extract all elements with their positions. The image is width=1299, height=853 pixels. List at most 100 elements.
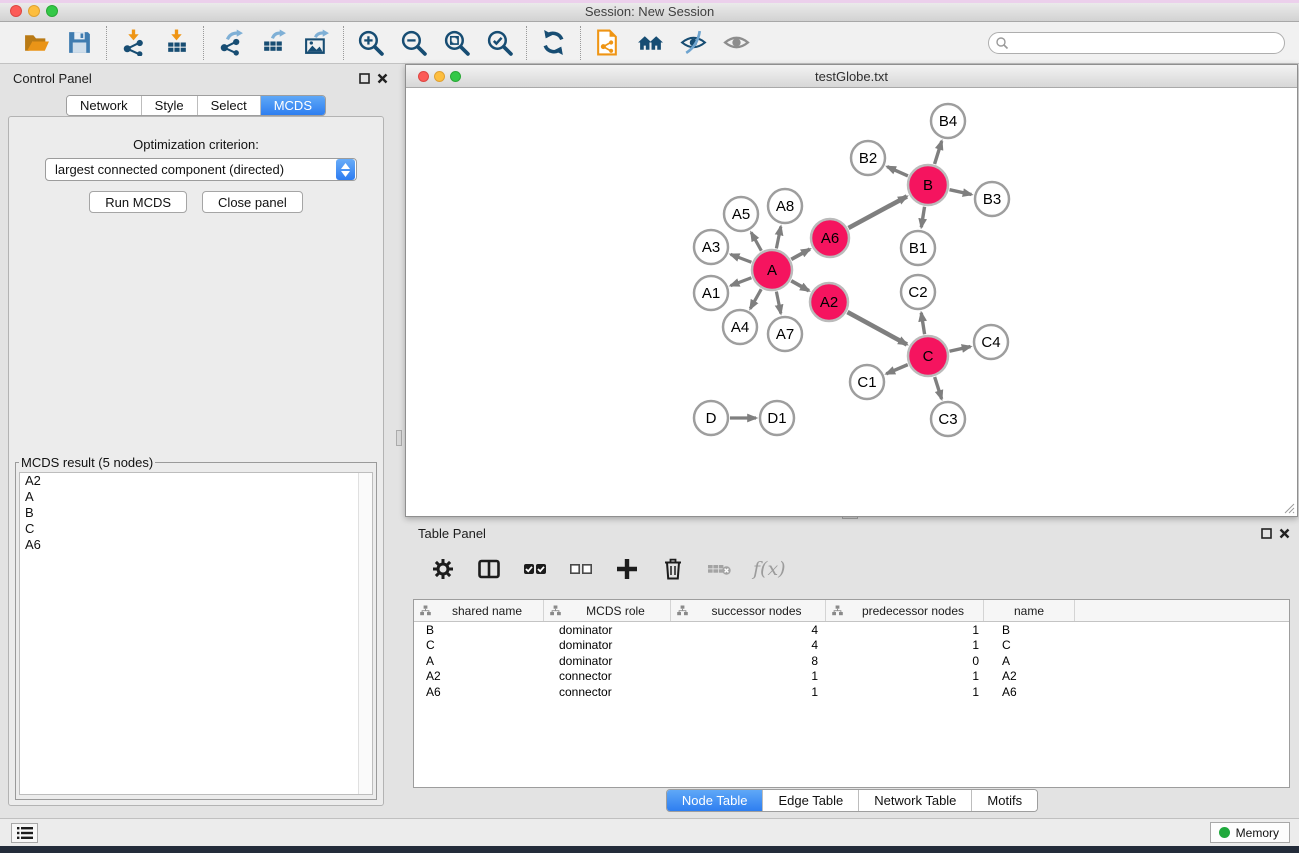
graph-node-B4[interactable]: B4 xyxy=(931,104,965,138)
graph-edge-B-B1[interactable] xyxy=(921,207,924,228)
graph-node-A2[interactable]: A2 xyxy=(810,283,848,321)
graph-node-A4[interactable]: A4 xyxy=(723,310,757,344)
graph-edge-A2-C[interactable] xyxy=(847,312,906,344)
resize-grip-icon[interactable] xyxy=(1281,500,1295,514)
table-row[interactable]: C dominator 4 1 C xyxy=(414,638,1289,654)
tab-select[interactable]: Select xyxy=(197,96,260,115)
column-header-predecessor-nodes[interactable]: predecessor nodes xyxy=(826,600,984,621)
export-network-icon[interactable] xyxy=(217,29,244,56)
graph-edge-C-C4[interactable] xyxy=(949,347,970,352)
graph-edge-A-A2[interactable] xyxy=(791,281,809,291)
cell-shared-name[interactable]: B xyxy=(414,623,544,637)
graph-node-B3[interactable]: B3 xyxy=(975,182,1009,216)
graph-edge-B-B4[interactable] xyxy=(935,141,942,164)
zoom-selected-icon[interactable] xyxy=(486,29,513,56)
graph-edge-C-C2[interactable] xyxy=(921,313,924,335)
graph-node-C[interactable]: C xyxy=(908,336,948,376)
close-panel-icon[interactable] xyxy=(1278,527,1291,540)
vertical-splitter-handle[interactable] xyxy=(396,430,402,446)
graph-edge-A-A1[interactable] xyxy=(731,278,752,286)
graph-edge-A-A7[interactable] xyxy=(776,292,780,314)
cell-successor-nodes[interactable]: 4 xyxy=(671,638,826,652)
cell-mcds-role[interactable]: dominator xyxy=(544,638,671,652)
import-network-icon[interactable] xyxy=(120,29,147,56)
result-item[interactable]: C xyxy=(20,521,372,537)
criterion-dropdown[interactable]: largest connected component (directed) xyxy=(45,158,357,181)
search-box[interactable] xyxy=(988,32,1285,54)
cell-predecessor-nodes[interactable]: 1 xyxy=(826,638,984,652)
graph-edge-B-B3[interactable] xyxy=(949,190,971,195)
graph-edge-C-C1[interactable] xyxy=(886,365,907,374)
cell-name[interactable]: B xyxy=(984,623,1075,637)
cell-name[interactable]: C xyxy=(984,638,1075,652)
task-history-button[interactable] xyxy=(11,823,38,843)
cell-predecessor-nodes[interactable]: 1 xyxy=(826,669,984,683)
import-table-icon[interactable] xyxy=(163,29,190,56)
zoom-fit-icon[interactable] xyxy=(443,29,470,56)
refresh-layout-icon[interactable] xyxy=(540,29,567,56)
cell-shared-name[interactable]: A6 xyxy=(414,685,544,699)
network-from-file-icon[interactable] xyxy=(594,29,621,56)
export-image-icon[interactable] xyxy=(303,29,330,56)
delete-table-icon[interactable] xyxy=(707,557,731,581)
cell-successor-nodes[interactable]: 1 xyxy=(671,685,826,699)
cell-successor-nodes[interactable]: 4 xyxy=(671,623,826,637)
graph-edge-A-A4[interactable] xyxy=(750,289,761,309)
table-row[interactable]: A dominator 8 0 A xyxy=(414,653,1289,669)
tab-mcds[interactable]: MCDS xyxy=(260,96,325,115)
save-session-icon[interactable] xyxy=(66,29,93,56)
tab-motifs[interactable]: Motifs xyxy=(971,790,1037,811)
graph-node-A3[interactable]: A3 xyxy=(694,230,728,264)
result-scrollbar[interactable] xyxy=(358,473,372,794)
cell-mcds-role[interactable]: dominator xyxy=(544,623,671,637)
show-all-icon[interactable] xyxy=(723,29,750,56)
table-row[interactable]: A6 connector 1 1 A6 xyxy=(414,684,1289,700)
graph-edge-A6-B[interactable] xyxy=(848,196,906,228)
column-header-shared-name[interactable]: shared name xyxy=(414,600,544,621)
column-header-successor-nodes[interactable]: successor nodes xyxy=(671,600,826,621)
add-column-icon[interactable] xyxy=(615,557,639,581)
graph-node-B[interactable]: B xyxy=(908,165,948,205)
result-item[interactable]: A2 xyxy=(20,473,372,489)
zoom-in-icon[interactable] xyxy=(357,29,384,56)
mcds-result-list[interactable]: A2 A B C A6 xyxy=(19,472,373,795)
graph-node-B2[interactable]: B2 xyxy=(851,141,885,175)
zoom-out-icon[interactable] xyxy=(400,29,427,56)
graph-edge-C-C3[interactable] xyxy=(935,377,942,399)
export-table-icon[interactable] xyxy=(260,29,287,56)
open-file-icon[interactable] xyxy=(23,29,50,56)
graph-node-A7[interactable]: A7 xyxy=(768,317,802,351)
show-columns-icon[interactable] xyxy=(477,557,501,581)
column-header-name[interactable]: name xyxy=(984,600,1075,621)
search-input[interactable] xyxy=(1009,34,1284,52)
tab-network[interactable]: Network xyxy=(67,96,141,115)
graph-node-A6[interactable]: A6 xyxy=(811,219,849,257)
cell-mcds-role[interactable]: connector xyxy=(544,685,671,699)
graph-edge-A-A8[interactable] xyxy=(776,227,780,249)
float-panel-icon[interactable] xyxy=(358,72,371,85)
graph-node-B1[interactable]: B1 xyxy=(901,231,935,265)
tab-node-table[interactable]: Node Table xyxy=(667,790,763,811)
memory-button[interactable]: Memory xyxy=(1210,822,1290,843)
graph-edge-A-A6[interactable] xyxy=(791,249,810,259)
cell-name[interactable]: A xyxy=(984,654,1075,668)
home-layout-icon[interactable] xyxy=(637,29,664,56)
settings-gear-icon[interactable] xyxy=(431,557,455,581)
graph-node-C4[interactable]: C4 xyxy=(974,325,1008,359)
network-graph-canvas[interactable]: B4B2BB3A5A8A6B1A3AC2A1A2A4A7CC4C1C3DD1 xyxy=(407,89,1296,516)
cell-shared-name[interactable]: C xyxy=(414,638,544,652)
select-all-icon[interactable] xyxy=(523,557,547,581)
graph-node-D[interactable]: D xyxy=(694,401,728,435)
graph-node-A8[interactable]: A8 xyxy=(768,189,802,223)
cell-shared-name[interactable]: A2 xyxy=(414,669,544,683)
table-row[interactable]: A2 connector 1 1 A2 xyxy=(414,669,1289,685)
cell-mcds-role[interactable]: connector xyxy=(544,669,671,683)
graph-node-C2[interactable]: C2 xyxy=(901,275,935,309)
cell-mcds-role[interactable]: dominator xyxy=(544,654,671,668)
tab-style[interactable]: Style xyxy=(141,96,197,115)
cell-predecessor-nodes[interactable]: 0 xyxy=(826,654,984,668)
cell-shared-name[interactable]: A xyxy=(414,654,544,668)
graph-node-A1[interactable]: A1 xyxy=(694,276,728,310)
cell-name[interactable]: A6 xyxy=(984,685,1075,699)
graph-edge-B-B2[interactable] xyxy=(887,167,908,176)
